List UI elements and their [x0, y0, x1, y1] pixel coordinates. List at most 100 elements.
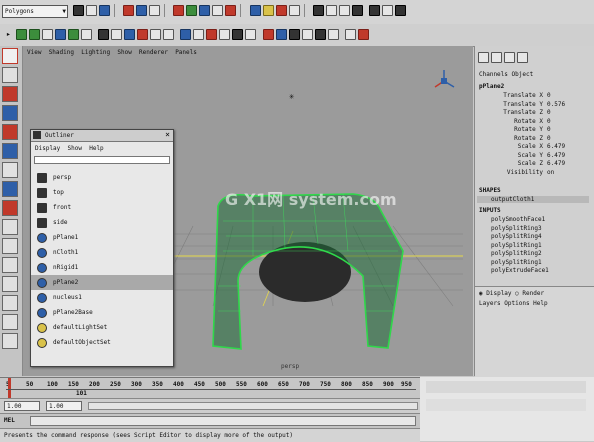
input-line-icon[interactable]: [312, 5, 324, 16]
shelf-constraint-icon[interactable]: [98, 29, 110, 40]
select-component-icon[interactable]: [149, 5, 161, 16]
list-item[interactable]: pPlane2: [31, 275, 173, 290]
layout-icon[interactable]: [369, 5, 381, 16]
shelf-fur-icon[interactable]: [245, 29, 257, 40]
shelf-fluid-icon[interactable]: [219, 29, 231, 40]
attribute-value[interactable]: 0: [547, 109, 551, 118]
tool-tab-icon[interactable]: [517, 52, 528, 63]
input-node[interactable]: polySplitRing1: [491, 242, 549, 251]
attribute-row[interactable]: Scale Z 6.479: [475, 160, 594, 169]
attribute-value[interactable]: 6.479: [547, 143, 565, 152]
shelf-paint-icon[interactable]: [344, 29, 356, 40]
input-node[interactable]: polySplitRing2: [491, 250, 549, 259]
shelf-nucleus-icon[interactable]: [111, 29, 123, 40]
shelf-cloth-icon[interactable]: [42, 29, 54, 40]
list-item[interactable]: nucleus1: [31, 290, 173, 305]
attribute-value[interactable]: 0: [547, 118, 551, 127]
render-icon[interactable]: [262, 5, 274, 16]
shelf-toon-icon[interactable]: [357, 29, 369, 40]
attribute-row[interactable]: Translate Y 0.576: [475, 101, 594, 110]
shelf-emitter-icon[interactable]: [275, 29, 287, 40]
snap-grid-icon[interactable]: [173, 5, 185, 16]
lasso-tool-icon[interactable]: [2, 67, 18, 83]
shape-name[interactable]: outputCloth1: [477, 196, 589, 203]
layer-tab-render[interactable]: Render: [522, 290, 544, 297]
attribute-row[interactable]: Rotate Y 0: [475, 126, 594, 135]
save-scene-icon[interactable]: [99, 5, 110, 16]
tool-settings-icon[interactable]: [338, 5, 350, 16]
layout-four-icon[interactable]: [2, 238, 18, 254]
outliner-filter-field[interactable]: [34, 156, 170, 164]
layout-side-icon[interactable]: [2, 257, 18, 273]
attribute-row[interactable]: Scale X 6.479: [475, 143, 594, 152]
shelf-dynamic-icon[interactable]: [81, 29, 93, 40]
layout-hypershade-icon[interactable]: [2, 333, 18, 349]
shelf-rigid-icon[interactable]: [55, 29, 67, 40]
rotate-tool-icon[interactable]: [2, 124, 18, 140]
layer-tab-icon[interactable]: [491, 52, 502, 63]
shelf-graph-icon[interactable]: [301, 29, 313, 40]
attribute-value[interactable]: 0: [547, 92, 551, 101]
range-bar[interactable]: [88, 402, 418, 410]
shelf-cache-icon[interactable]: [163, 29, 175, 40]
snap-live-icon[interactable]: [225, 5, 237, 16]
input-node[interactable]: polySplitRing4: [491, 233, 549, 242]
shelf-transform-icon[interactable]: [150, 29, 162, 40]
attr-tab-icon[interactable]: [504, 52, 515, 63]
ipr-render-icon[interactable]: [275, 5, 287, 16]
outliner-menu-help[interactable]: Help: [89, 145, 103, 152]
snap-plane-icon[interactable]: [212, 5, 224, 16]
shelf-wind-icon[interactable]: [193, 29, 205, 40]
attribute-value[interactable]: 6.479: [547, 160, 565, 169]
command-input[interactable]: [30, 416, 416, 426]
outliner-toggle-icon[interactable]: [395, 5, 407, 16]
shelf-menu-icon[interactable]: ▸: [6, 30, 11, 39]
panel-icon[interactable]: [382, 5, 394, 16]
new-scene-icon[interactable]: [73, 5, 84, 16]
layout-outliner-icon[interactable]: [2, 295, 18, 311]
list-item[interactable]: side: [31, 215, 173, 230]
attribute-value[interactable]: 0: [547, 126, 551, 135]
attribute-editor-icon[interactable]: [325, 5, 337, 16]
shelf-solver-icon[interactable]: [180, 29, 192, 40]
input-node[interactable]: polySplitRing1: [491, 259, 549, 268]
list-item[interactable]: defaultLightSet: [31, 320, 173, 335]
layout-stack-icon[interactable]: [2, 276, 18, 292]
shelf-collide-icon[interactable]: [124, 29, 136, 40]
attribute-row[interactable]: Translate X 0: [475, 92, 594, 101]
select-object-icon[interactable]: [136, 5, 148, 16]
select-hierarchy-icon[interactable]: [123, 5, 135, 16]
attribute-row[interactable]: Visibility on: [475, 169, 594, 178]
list-item[interactable]: nRigid1: [31, 260, 173, 275]
attribute-value[interactable]: 0: [547, 135, 551, 144]
manipulator-tool-icon[interactable]: [2, 162, 18, 178]
attribute-row[interactable]: Translate Z 0: [475, 109, 594, 118]
object-name[interactable]: pPlane2: [479, 83, 504, 90]
current-frame-marker[interactable]: [8, 378, 11, 398]
channel-tab-icon[interactable]: [478, 52, 489, 63]
input-node[interactable]: polyExtrudeFace1: [491, 267, 549, 276]
last-tool-icon[interactable]: [2, 200, 18, 216]
render-settings-icon[interactable]: [288, 5, 300, 16]
input-node[interactable]: polySmoothFace1: [491, 216, 549, 225]
layer-menu[interactable]: Layers Options Help: [479, 300, 548, 307]
scale-tool-icon[interactable]: [2, 143, 18, 159]
snap-curve-icon[interactable]: [186, 5, 198, 16]
radio-render-icon[interactable]: ○: [515, 290, 519, 297]
outliner-menu-show[interactable]: Show: [68, 145, 82, 152]
snap-point-icon[interactable]: [199, 5, 211, 16]
outliner-titlebar[interactable]: Outliner ×: [31, 130, 173, 142]
radio-display-icon[interactable]: ◉: [479, 290, 483, 297]
attribute-row[interactable]: Rotate Z 0: [475, 135, 594, 144]
outliner-menu-display[interactable]: Display: [35, 145, 60, 152]
history-icon[interactable]: [249, 5, 261, 16]
list-item[interactable]: pPlane1: [31, 230, 173, 245]
shelf-surface-icon[interactable]: [29, 29, 41, 40]
select-tool-icon[interactable]: [2, 48, 18, 64]
list-item[interactable]: pPlane2Base: [31, 305, 173, 320]
shelf-field-icon[interactable]: [68, 29, 80, 40]
shelf-blend-icon[interactable]: [314, 29, 326, 40]
layer-tab-display[interactable]: Display: [486, 290, 511, 297]
list-item[interactable]: nCloth1: [31, 245, 173, 260]
list-item[interactable]: defaultObjectSet: [31, 335, 173, 350]
